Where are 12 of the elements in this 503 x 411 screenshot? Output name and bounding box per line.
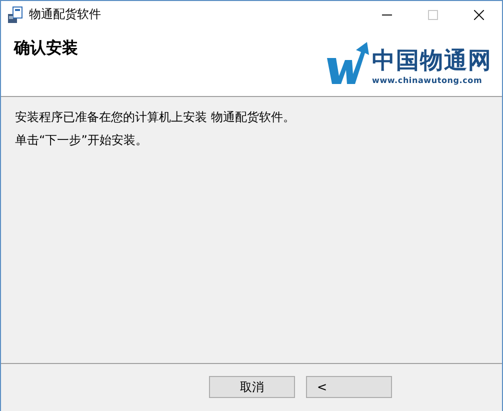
page-heading: 确认安装 — [14, 38, 78, 59]
message-text: 单击“下一步”开始安装。 — [15, 134, 148, 147]
installer-icon — [7, 6, 23, 24]
cancel-button[interactable]: 取消 — [209, 376, 295, 398]
logo-name: 中国物通网 — [372, 47, 492, 76]
back-button[interactable]: < — [306, 376, 392, 398]
logo-icon — [325, 40, 371, 86]
logo-url: www.chinawutong.com — [372, 76, 482, 86]
message-text: 安装程序已准备在您的计算机上安装 物通配货软件。 — [15, 111, 295, 124]
maximize-icon — [428, 10, 438, 20]
close-icon — [474, 10, 484, 20]
window-title: 物通配货软件 — [29, 6, 101, 23]
